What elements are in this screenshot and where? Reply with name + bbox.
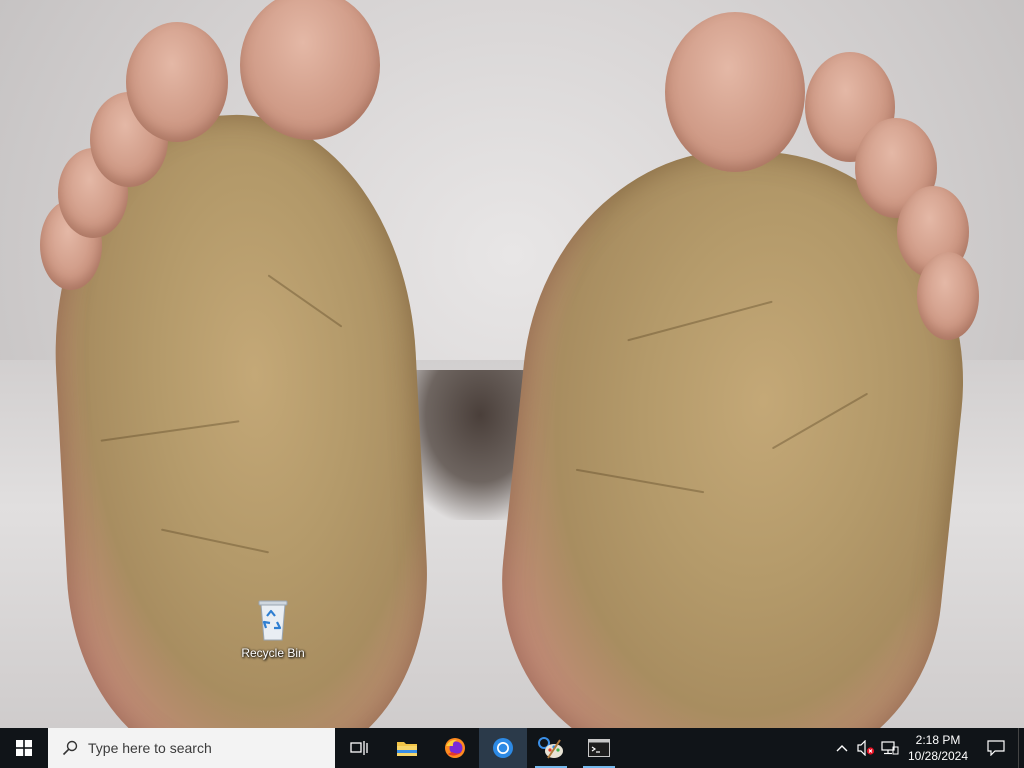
network-icon (881, 741, 899, 755)
taskbar-clock[interactable]: 2:18 PM 10/28/2024 (902, 732, 974, 764)
tray-overflow-button[interactable] (830, 728, 854, 768)
paint-button[interactable] (527, 728, 575, 768)
firefox-icon (445, 738, 465, 758)
network-button[interactable] (878, 728, 902, 768)
desktop-icon-label: Recycle Bin (241, 646, 305, 660)
show-desktop-button[interactable] (1018, 728, 1024, 768)
task-view-button[interactable] (335, 728, 383, 768)
desktop-wallpaper (0, 0, 1024, 728)
chrome-icon (493, 738, 513, 758)
search-icon (62, 740, 78, 756)
folder-icon (397, 742, 417, 756)
start-button[interactable] (0, 728, 48, 768)
chrome-button[interactable] (479, 728, 527, 768)
terminal-icon (588, 739, 610, 757)
taskbar: Type here to search 2:18 PM 10/28/2024 (0, 728, 1024, 768)
recycle-bin-icon (255, 598, 291, 642)
system-tray: 2:18 PM 10/28/2024 (830, 728, 1024, 768)
command-prompt-button[interactable] (575, 728, 623, 768)
file-explorer-button[interactable] (383, 728, 431, 768)
desktop-icon-recycle-bin[interactable]: Recycle Bin (236, 598, 310, 670)
notification-icon (987, 740, 1005, 756)
volume-muted-icon (857, 740, 875, 756)
wallpaper-left-foot (40, 0, 437, 728)
windows-logo-icon (16, 740, 32, 756)
taskbar-search[interactable]: Type here to search (48, 728, 335, 768)
firefox-button[interactable] (431, 728, 479, 768)
task-view-icon (350, 741, 368, 755)
paint-icon (538, 737, 563, 759)
volume-button[interactable] (854, 728, 878, 768)
clock-date: 10/28/2024 (907, 749, 969, 763)
clock-time: 2:18 PM (915, 733, 961, 747)
wallpaper-right-foot (483, 0, 987, 728)
search-placeholder: Type here to search (88, 740, 212, 756)
action-center-button[interactable] (974, 728, 1018, 768)
chevron-up-icon (836, 745, 848, 752)
